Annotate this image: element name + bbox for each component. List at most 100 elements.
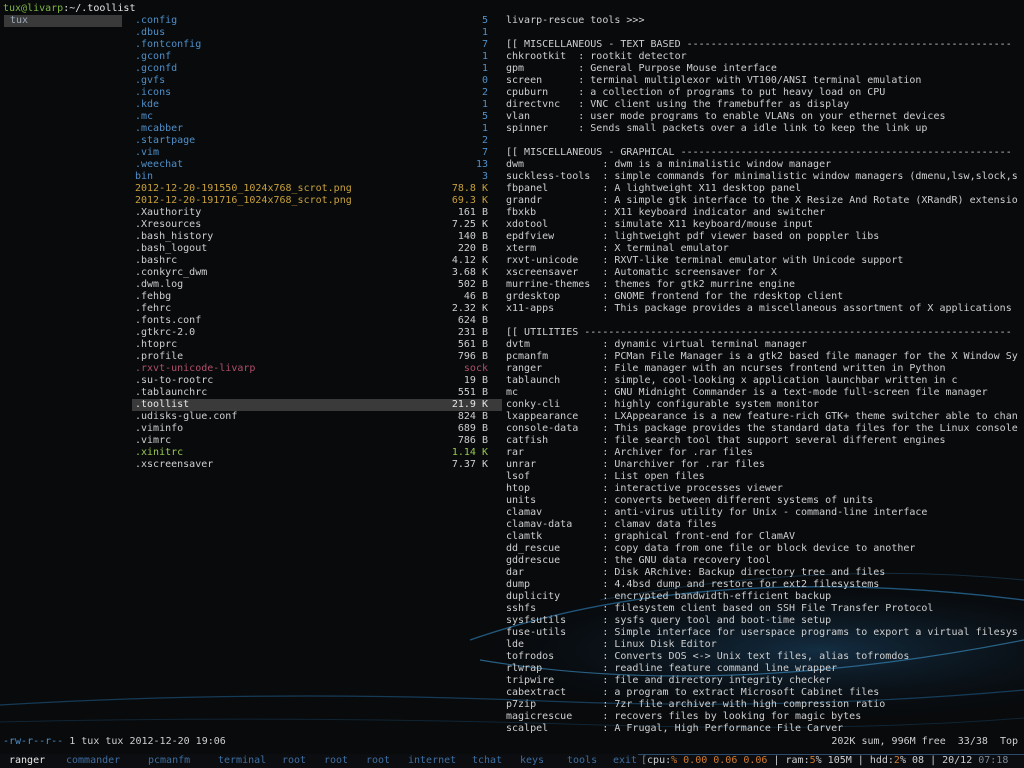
preview-line: [[ MISCELLANEOUS - GRAPHICAL -----------… — [506, 147, 1012, 158]
workspace-tab-commander[interactable]: commander — [66, 755, 120, 767]
file-name: .gconfd — [135, 63, 178, 74]
file-row[interactable]: .gconf 1 — [132, 51, 502, 63]
file-row[interactable]: .su-to-rootrc 19 B — [132, 375, 502, 387]
workspace-tab-root[interactable]: root — [324, 755, 348, 767]
file-row-selected[interactable]: .toollist 21.9 K — [132, 399, 502, 411]
file-size: 689 B — [457, 423, 488, 434]
file-row[interactable]: bin 3 — [132, 171, 502, 183]
file-row[interactable]: .mc 5 — [132, 111, 502, 123]
file-size: 502 B — [457, 279, 488, 290]
preview-line: [[ MISCELLANEOUS - TEXT BASED ----------… — [506, 39, 1012, 50]
workspace-tab-tchat[interactable]: tchat — [472, 755, 502, 767]
cpu-load: % 0.00 0.06 0.06 — [671, 755, 768, 766]
file-size: sock — [463, 363, 488, 374]
workspace-tab-tools[interactable]: tools — [567, 755, 597, 767]
file-row[interactable]: .udisks-glue.conf 824 B — [132, 411, 502, 423]
time: 07:18 — [978, 755, 1009, 766]
current-file-path: ~/.toollist — [69, 3, 136, 14]
file-name: .fontconfig — [135, 39, 202, 50]
parent-dir-item[interactable]: tux — [4, 15, 122, 27]
file-name: .mcabber — [135, 123, 184, 134]
taskbar: ranger commander pcmanfm terminal root root ro… — [0, 754, 1024, 768]
workspace-tab-terminal[interactable]: terminal — [218, 755, 266, 767]
file-row[interactable]: .bash_history 140 B — [132, 231, 502, 243]
file-row[interactable]: .gtkrc-2.0 231 B — [132, 327, 502, 339]
file-name: .fehbg — [135, 291, 172, 302]
file-row[interactable]: .gconfd 1 — [132, 63, 502, 75]
preview-line: dar : Disk ARchive: Backup directory tre… — [506, 567, 886, 578]
file-row[interactable]: .kde 1 — [132, 99, 502, 111]
file-size: 0 — [481, 75, 488, 86]
file-row[interactable]: .vim 7 — [132, 147, 502, 159]
preview-line: duplicity : encrypted bandwidth-efficien… — [506, 591, 832, 602]
file-name: .kde — [135, 99, 160, 110]
file-row[interactable]: .gvfs 0 — [132, 75, 502, 87]
preview-line: rar : Archiver for .rar files — [506, 447, 753, 458]
system-monitor: [cpu:% 0.00 0.06 0.06 | ram:5% 105M | hd… — [638, 754, 1024, 768]
file-row[interactable]: 2012-12-20-191550_1024x768_scrot.png 78.8… — [132, 183, 502, 195]
file-size: 5 — [481, 15, 488, 26]
file-row[interactable]: .vimrc 786 B — [132, 435, 502, 447]
file-row[interactable]: .dbus 1 — [132, 27, 502, 39]
file-size: 69.3 K — [451, 195, 488, 206]
file-row[interactable]: .bash_logout 220 B — [132, 243, 502, 255]
preview-line: screen : terminal multiplexor with VT100… — [506, 75, 922, 86]
file-name: .gtkrc-2.0 — [135, 327, 196, 338]
file-size: 786 B — [457, 435, 488, 446]
file-row[interactable]: .xinitrc 1.14 K — [132, 447, 502, 459]
file-list: .config 5 .dbus 1 .fontconfig 7 .gconf 1 .gconfd… — [132, 15, 502, 471]
scroll-indicator: Top — [999, 736, 1018, 747]
file-name: .dwm.log — [135, 279, 184, 290]
file-row[interactable]: .xscreensaver 7.37 K — [132, 459, 502, 471]
file-name: .toollist — [135, 399, 190, 410]
file-name: .fehrc — [135, 303, 172, 314]
workspace-tab-internet[interactable]: internet — [408, 755, 456, 767]
file-row[interactable]: .conkyrc_dwm 3.68 K — [132, 267, 502, 279]
workspace-tab-pcmanfm[interactable]: pcmanfm — [148, 755, 190, 767]
file-row[interactable]: .fontconfig 7 — [132, 39, 502, 51]
preview-line: cabextract : a program to extract Micros… — [506, 687, 880, 698]
preview-line: p7zip : 7zr file archiver with high comp… — [506, 699, 886, 710]
preview-line: magicrescue : recovers files by looking … — [506, 711, 862, 722]
file-size: 19 B — [463, 375, 488, 386]
file-row[interactable]: .fehrc 2.32 K — [132, 303, 502, 315]
workspace-tab-keys[interactable]: keys — [520, 755, 544, 767]
file-name: .rxvt-unicode-livarp — [135, 363, 256, 374]
file-row[interactable]: .htoprc 561 B — [132, 339, 502, 351]
file-name: .startpage — [135, 135, 196, 146]
file-row[interactable]: .viminfo 689 B — [132, 423, 502, 435]
file-row[interactable]: .Xresources 7.25 K — [132, 219, 502, 231]
workspace-tab-exit[interactable]: exit — [613, 755, 637, 767]
file-row[interactable]: .tablaunchrc 551 B — [132, 387, 502, 399]
file-row[interactable]: .mcabber 1 — [132, 123, 502, 135]
file-size: 7.25 K — [451, 219, 488, 230]
workspace-tab-root[interactable]: root — [366, 755, 390, 767]
file-row[interactable]: 2012-12-20-191716_1024x768_scrot.png 69.3… — [132, 195, 502, 207]
preview-line: units : converts between different syste… — [506, 495, 874, 506]
preview-line: directvnc : VNC client using the framebu… — [506, 99, 850, 110]
disk-summary: 202K sum, 996M free — [831, 736, 946, 747]
file-row[interactable]: .fonts.conf 624 B — [132, 315, 502, 327]
preview-line: dvtm : dynamic virtual terminal manager — [506, 339, 808, 350]
file-name: .su-to-rootrc — [135, 375, 214, 386]
file-row[interactable]: .startpage 2 — [132, 135, 502, 147]
file-name: .gconf — [135, 51, 172, 62]
file-row[interactable]: .fehbg 46 B — [132, 291, 502, 303]
file-row[interactable]: .rxvt-unicode-livarp sock — [132, 363, 502, 375]
preview-line: cpuburn : a collection of programs to pu… — [506, 87, 886, 98]
file-row[interactable]: .profile 796 B — [132, 351, 502, 363]
file-row[interactable]: .weechat 13 — [132, 159, 502, 171]
file-name: .vimrc — [135, 435, 172, 446]
file-size: 1 — [481, 63, 488, 74]
workspace-tab-ranger[interactable]: ranger — [9, 755, 45, 767]
workspace-tab-root[interactable]: root — [282, 755, 306, 767]
file-row[interactable]: .bashrc 4.12 K — [132, 255, 502, 267]
file-size: 824 B — [457, 411, 488, 422]
file-name: .dbus — [135, 27, 166, 38]
hdd-label: hdd — [869, 755, 888, 766]
file-row[interactable]: .config 5 — [132, 15, 502, 27]
file-row[interactable]: .Xauthority 161 B — [132, 207, 502, 219]
file-row[interactable]: .icons 2 — [132, 87, 502, 99]
preview-line — [506, 315, 1018, 327]
file-row[interactable]: .dwm.log 502 B — [132, 279, 502, 291]
